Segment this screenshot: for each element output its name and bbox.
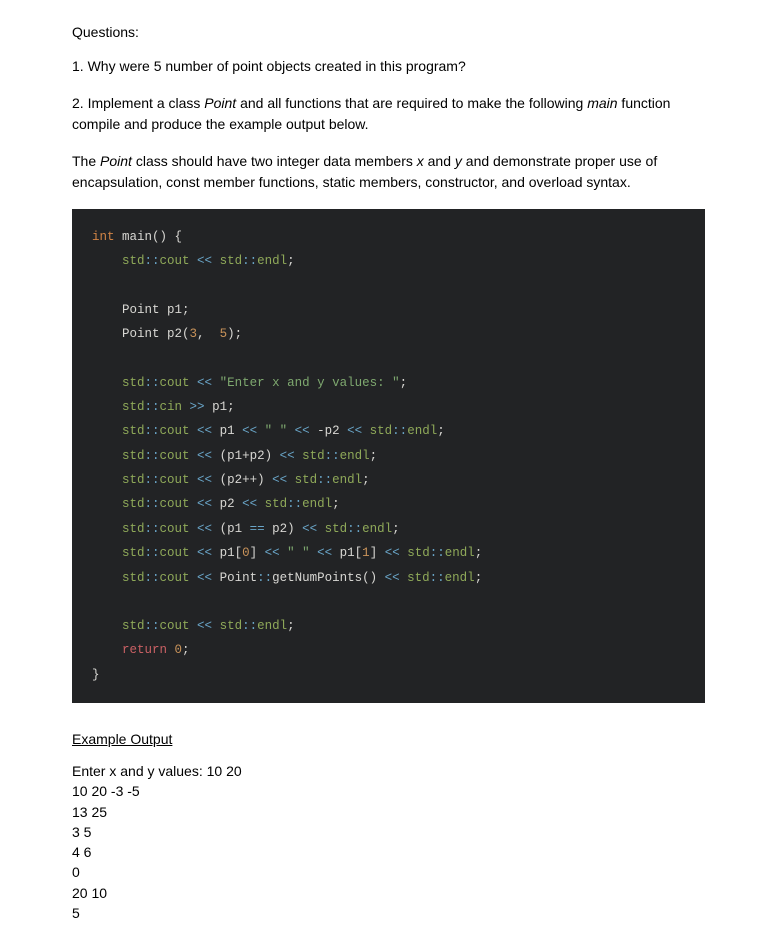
code-line-3: Point p1; [92,298,685,322]
code-line-10: std::cout << p2 << std::endl; [92,492,685,516]
code-line-2: std::cout << std::endl; [92,249,685,273]
code-line-15: return 0; [92,638,685,662]
code-line-8: std::cout << (p1+p2) << std::endl; [92,444,685,468]
code-line-1: int main() { [92,225,685,249]
blank-line [92,347,685,371]
code-line-4: Point p2(3, 5); [92,322,685,346]
code-line-6: std::cin >> p1; [92,395,685,419]
output-line: 13 25 [72,802,705,822]
p3-x: x [417,153,424,169]
question-1: 1. Why were 5 number of point objects cr… [72,56,705,77]
question-2: 2. Implement a class Point and all funct… [72,93,705,135]
q2-main: main [587,95,617,111]
example-output-heading: Example Output [72,731,705,747]
paragraph-3: The Point class should have two integer … [72,151,705,193]
q2-point: Point [204,95,236,111]
p3-pre: The [72,153,100,169]
p3-point: Point [100,153,132,169]
code-line-16: } [92,663,685,687]
q2-mid: and all functions that are required to m… [236,95,587,111]
output-line: 20 10 [72,883,705,903]
example-output-block: Enter x and y values: 10 20 10 20 -3 -5 … [72,761,705,923]
output-line: 0 [72,862,705,882]
code-line-11: std::cout << (p1 == p2) << std::endl; [92,517,685,541]
code-line-12: std::cout << p1[0] << " " << p1[1] << st… [92,541,685,565]
output-line: 4 6 [72,842,705,862]
output-line: 5 [72,903,705,923]
code-block: int main() { std::cout << std::endl; Poi… [72,209,705,703]
blank-line [92,590,685,614]
code-line-13: std::cout << Point::getNumPoints() << st… [92,566,685,590]
questions-heading: Questions: [72,24,705,40]
output-line: 3 5 [72,822,705,842]
q2-pre: 2. Implement a class [72,95,204,111]
code-line-14: std::cout << std::endl; [92,614,685,638]
output-line: 10 20 -3 -5 [72,781,705,801]
p3-and: and [424,153,455,169]
p3-mid: class should have two integer data membe… [132,153,417,169]
code-line-7: std::cout << p1 << " " << -p2 << std::en… [92,419,685,443]
output-line: Enter x and y values: 10 20 [72,761,705,781]
code-line-5: std::cout << "Enter x and y values: "; [92,371,685,395]
blank-line [92,274,685,298]
code-line-9: std::cout << (p2++) << std::endl; [92,468,685,492]
p3-y: y [455,153,462,169]
